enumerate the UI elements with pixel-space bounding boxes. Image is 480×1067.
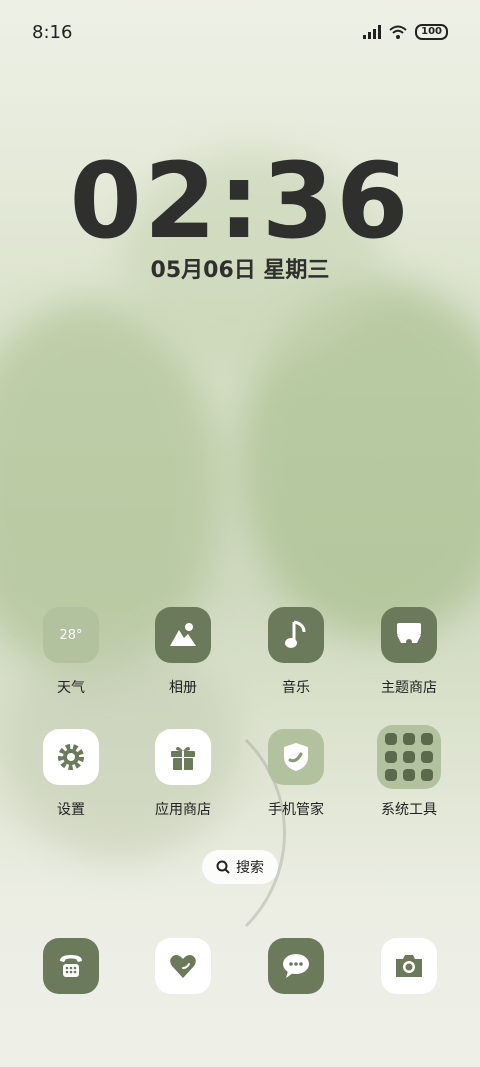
- search-icon: [216, 860, 230, 874]
- app-label-settings: 设置: [57, 802, 85, 818]
- dock-phone[interactable]: [16, 938, 126, 994]
- status-bar: 8:16 100: [0, 0, 480, 66]
- gift-box-icon: [155, 729, 211, 785]
- music-note-icon: [268, 607, 324, 663]
- app-label-gallery: 相册: [169, 680, 197, 696]
- dock-messages[interactable]: [241, 938, 351, 994]
- lockscreen-date: 05月06日 星期三: [150, 258, 330, 283]
- gear-icon: [43, 729, 99, 785]
- app-music[interactable]: 音乐: [241, 607, 351, 697]
- weather-temp: 28°: [59, 627, 83, 643]
- app-store[interactable]: 应用商店: [128, 729, 238, 819]
- gallery-icon: [155, 607, 211, 663]
- app-gallery[interactable]: 相册: [128, 607, 238, 697]
- app-label-store: 应用商店: [155, 802, 211, 818]
- app-system-tools-folder[interactable]: 系统工具: [354, 725, 464, 819]
- camera-icon: [381, 938, 437, 994]
- wifi-icon: [389, 25, 407, 39]
- search-button[interactable]: 搜索: [202, 850, 278, 884]
- app-settings[interactable]: 设置: [16, 729, 126, 819]
- signal-icon: [363, 25, 382, 39]
- heart-icon: [155, 938, 211, 994]
- chat-bubble-icon: [268, 938, 324, 994]
- shield-icon: [268, 729, 324, 785]
- theme-store-icon: [381, 607, 437, 663]
- status-icons: 100: [363, 24, 448, 40]
- app-label-music: 音乐: [282, 680, 310, 696]
- app-weather[interactable]: 28° 天气: [16, 607, 126, 697]
- search-label: 搜索: [236, 860, 264, 876]
- weather-icon: 28°: [43, 607, 99, 663]
- phone-icon: [43, 938, 99, 994]
- battery-indicator: 100: [415, 24, 448, 40]
- app-label-phone-manager: 手机管家: [268, 802, 324, 818]
- app-label-weather: 天气: [57, 680, 85, 696]
- dock-camera[interactable]: [354, 938, 464, 994]
- dock-health[interactable]: [128, 938, 238, 994]
- home-screen: 8:16 100 02:36 05月06日 星期三 28° 天气 相册 音乐 主…: [0, 0, 480, 1067]
- app-themes[interactable]: 主题商店: [354, 607, 464, 697]
- folder-icon: [377, 725, 441, 789]
- lockscreen-clock: 02:36: [69, 140, 411, 262]
- app-phone-manager[interactable]: 手机管家: [241, 729, 351, 819]
- app-label-themes: 主题商店: [381, 680, 437, 696]
- status-time: 8:16: [32, 22, 73, 43]
- app-label-system-tools: 系统工具: [381, 802, 437, 818]
